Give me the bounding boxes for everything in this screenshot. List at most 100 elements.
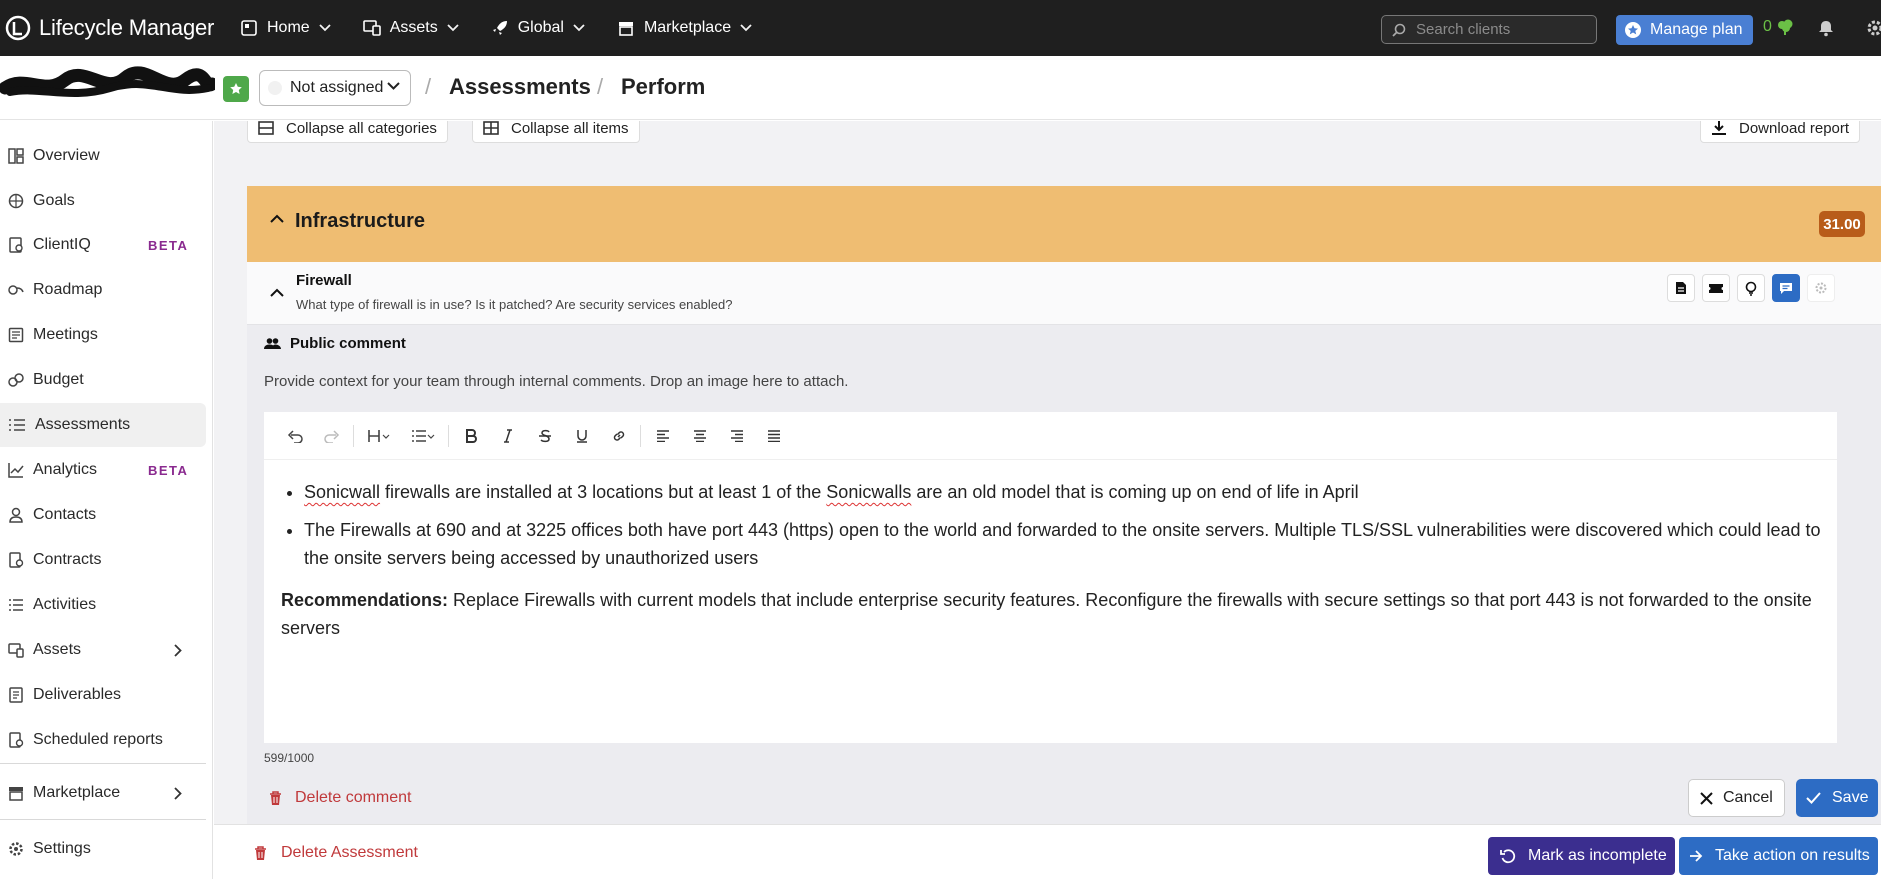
delete-comment-button[interactable]: Delete comment: [269, 789, 412, 807]
search-clients[interactable]: [1381, 15, 1597, 44]
nav-global[interactable]: Global: [483, 0, 593, 56]
download-report-button[interactable]: Download report: [1700, 121, 1861, 143]
list-icon: [8, 417, 26, 433]
public-comment-heading: Public comment: [264, 335, 406, 352]
breadcrumb-assessments[interactable]: Assessments: [449, 74, 591, 100]
nav-assets[interactable]: Assets: [355, 0, 467, 56]
nav-marketplace[interactable]: Marketplace: [609, 0, 760, 56]
manage-plan-label: Manage plan: [1650, 21, 1743, 38]
arrow-right-icon: [1689, 850, 1703, 862]
roadmap-icon: [8, 282, 24, 298]
underline-icon[interactable]: [563, 418, 600, 454]
sidebar-item-marketplace[interactable]: Marketplace: [0, 771, 206, 815]
sidebar-item-budget[interactable]: Budget: [0, 358, 206, 402]
mark-incomplete-button[interactable]: Mark as incomplete: [1488, 837, 1675, 875]
sidebar-item-label: Contacts: [33, 506, 97, 523]
italic-icon[interactable]: [489, 418, 526, 454]
link-icon[interactable]: [600, 418, 637, 454]
delete-assessment-label: Delete Assessment: [281, 844, 418, 861]
cancel-button[interactable]: Cancel: [1688, 779, 1785, 817]
search-input[interactable]: [1416, 21, 1586, 38]
misspelled-word: Sonicwall: [304, 482, 381, 502]
assignee-select[interactable]: Not assigned: [259, 70, 411, 106]
strikethrough-icon[interactable]: [526, 418, 563, 454]
gear-icon[interactable]: [1866, 19, 1881, 37]
chevron-up-icon[interactable]: [270, 288, 284, 297]
take-action-button[interactable]: Take action on results: [1679, 837, 1878, 875]
comment-icon[interactable]: [1772, 274, 1800, 302]
chevron-up-icon[interactable]: [270, 214, 284, 223]
heading-dropdown-icon[interactable]: [357, 418, 401, 454]
chevron-down-icon: [740, 24, 752, 32]
sidebar-item-activities[interactable]: Activities: [0, 583, 206, 627]
comment-panel: Public comment Provide context for your …: [247, 325, 1881, 824]
manage-plan-button[interactable]: Manage plan: [1616, 15, 1753, 45]
sidebar-item-assessments[interactable]: Assessments: [0, 403, 206, 447]
sidebar-item-label: Activities: [33, 596, 97, 613]
trash-icon: [254, 845, 267, 861]
star-badge-icon: [1624, 21, 1642, 39]
download-icon: [1711, 121, 1727, 136]
sidebar-item-roadmap[interactable]: Roadmap: [0, 268, 206, 312]
activities-icon: [8, 597, 24, 613]
contracts-icon: [8, 552, 24, 568]
assessment-item-firewall[interactable]: Firewall What type of firewall is in use…: [247, 262, 1881, 325]
ticket-icon[interactable]: [1702, 274, 1730, 302]
assignee-value: Not assigned: [290, 79, 384, 96]
goals-icon: [8, 193, 24, 209]
align-left-icon[interactable]: [644, 418, 681, 454]
sidebar-item-label: Contracts: [33, 551, 102, 568]
clientiq-icon: [8, 237, 24, 253]
align-center-icon[interactable]: [681, 418, 718, 454]
collapse-categories-button[interactable]: Collapse all categories: [247, 121, 448, 143]
category-header-infrastructure[interactable]: Infrastructure 31.00: [247, 186, 1881, 262]
sidebar-item-deliverables[interactable]: Deliverables: [0, 673, 206, 717]
align-right-icon[interactable]: [718, 418, 755, 454]
nav-home[interactable]: Home: [232, 0, 339, 56]
delete-assessment-button[interactable]: Delete Assessment: [254, 844, 418, 862]
item-title: Firewall: [296, 272, 352, 289]
rich-text-editor[interactable]: Sonicwall firewalls are installed at 3 l…: [264, 412, 1837, 743]
assessment-footer: Delete Assessment Mark as incomplete Tak…: [214, 824, 1881, 879]
gear-icon: [8, 841, 24, 857]
sidebar-item-label: Settings: [33, 840, 91, 857]
comment-content[interactable]: Sonicwall firewalls are installed at 3 l…: [281, 478, 1826, 642]
undo-icon[interactable]: [276, 418, 313, 454]
sidebar-item-assets[interactable]: Assets: [0, 628, 206, 672]
sidebar-item-meetings[interactable]: Meetings: [0, 313, 206, 357]
save-button[interactable]: Save: [1796, 779, 1879, 817]
sidebar-item-settings[interactable]: Settings: [0, 827, 206, 871]
redacted-client-name: [0, 66, 215, 97]
lightbulb-icon[interactable]: [1737, 274, 1765, 302]
sidebar-item-clientiq[interactable]: ClientIQ BETA: [0, 223, 206, 267]
close-icon: [1700, 791, 1713, 805]
editor-toolbar: [264, 412, 1837, 460]
collapse-items-button[interactable]: Collapse all items: [472, 121, 640, 143]
list-dropdown-icon[interactable]: [401, 418, 445, 454]
people-icon: [264, 337, 281, 350]
align-justify-icon[interactable]: [755, 418, 792, 454]
document-icon[interactable]: [1667, 274, 1695, 302]
toolbar-divider: [448, 424, 449, 447]
brand[interactable]: Lifecycle Manager: [0, 15, 232, 41]
chevron-down-icon: [387, 82, 400, 91]
sidebar-item-goals[interactable]: Goals: [0, 179, 206, 223]
bold-icon[interactable]: [452, 418, 489, 454]
favorite-star-icon[interactable]: [223, 76, 249, 102]
sidebar-item-label: Scheduled reports: [33, 731, 163, 748]
sidebar-item-analytics[interactable]: Analytics BETA: [0, 448, 206, 492]
sidebar-item-contracts[interactable]: Contracts: [0, 538, 206, 582]
bullet-text: are an old model that is coming up on en…: [911, 482, 1359, 502]
credits-indicator[interactable]: 0: [1763, 18, 1794, 36]
sidebar-item-contacts[interactable]: Contacts: [0, 493, 206, 537]
bullet-text: The Firewalls at 690 and at 3225 offices…: [304, 520, 1821, 568]
top-navigation-bar: Lifecycle Manager Home Assets Global Mar…: [0, 0, 1881, 56]
reports-icon: [8, 732, 24, 748]
redo-icon[interactable]: [313, 418, 350, 454]
notifications-bell-icon[interactable]: [1817, 19, 1835, 37]
brand-name: Lifecycle Manager: [39, 15, 215, 40]
sidebar-item-scheduled-reports[interactable]: Scheduled reports: [0, 718, 206, 762]
breadcrumb-separator: /: [597, 74, 604, 99]
sidebar-item-overview[interactable]: Overview: [0, 134, 206, 178]
tree-icon: [1776, 18, 1794, 36]
